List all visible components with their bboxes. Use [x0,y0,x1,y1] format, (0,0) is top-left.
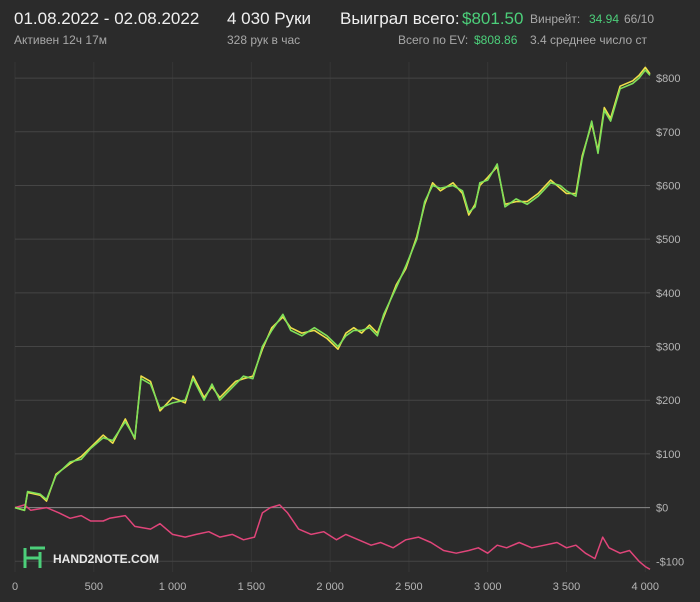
series-line-ev [14,66,651,512]
y-tick-label: $200 [656,395,680,407]
y-tick-label: $800 [656,73,680,85]
x-tick-label: 3 000 [474,581,502,593]
logo-text: HAND2NOTE.COM [53,552,159,566]
x-tick-label: 0 [12,581,18,593]
y-tick-label: $300 [656,342,680,354]
y-tick-label: $700 [656,127,680,139]
x-tick-label: 1 000 [159,581,187,593]
y-tick-label: $0 [656,503,668,515]
x-tick-label: 500 [85,581,103,593]
y-tick-label: $500 [656,234,680,246]
y-tick-label: $100 [656,449,680,461]
grid-layer [14,62,650,572]
hand2note-logo: HAND2NOTE.COM [23,546,159,568]
series-layer [14,66,651,570]
x-tick-label: 2 500 [395,581,423,593]
profit-chart: 0 500 1 000 1 500 2 000 2 500 3 000 3 500 4 000 -… [12,62,684,593]
logo-mark-icon [23,546,45,568]
y-tick-label: $600 [656,180,680,192]
x-tick-label: 1 500 [238,581,266,593]
x-tick-label: 2 000 [316,581,344,593]
x-tick-label: 4 000 [632,581,660,593]
y-tick-label: -$100 [656,556,684,568]
y-tick-label: $400 [656,288,680,300]
x-tick-label: 3 500 [553,581,581,593]
series-line-won [14,69,651,512]
